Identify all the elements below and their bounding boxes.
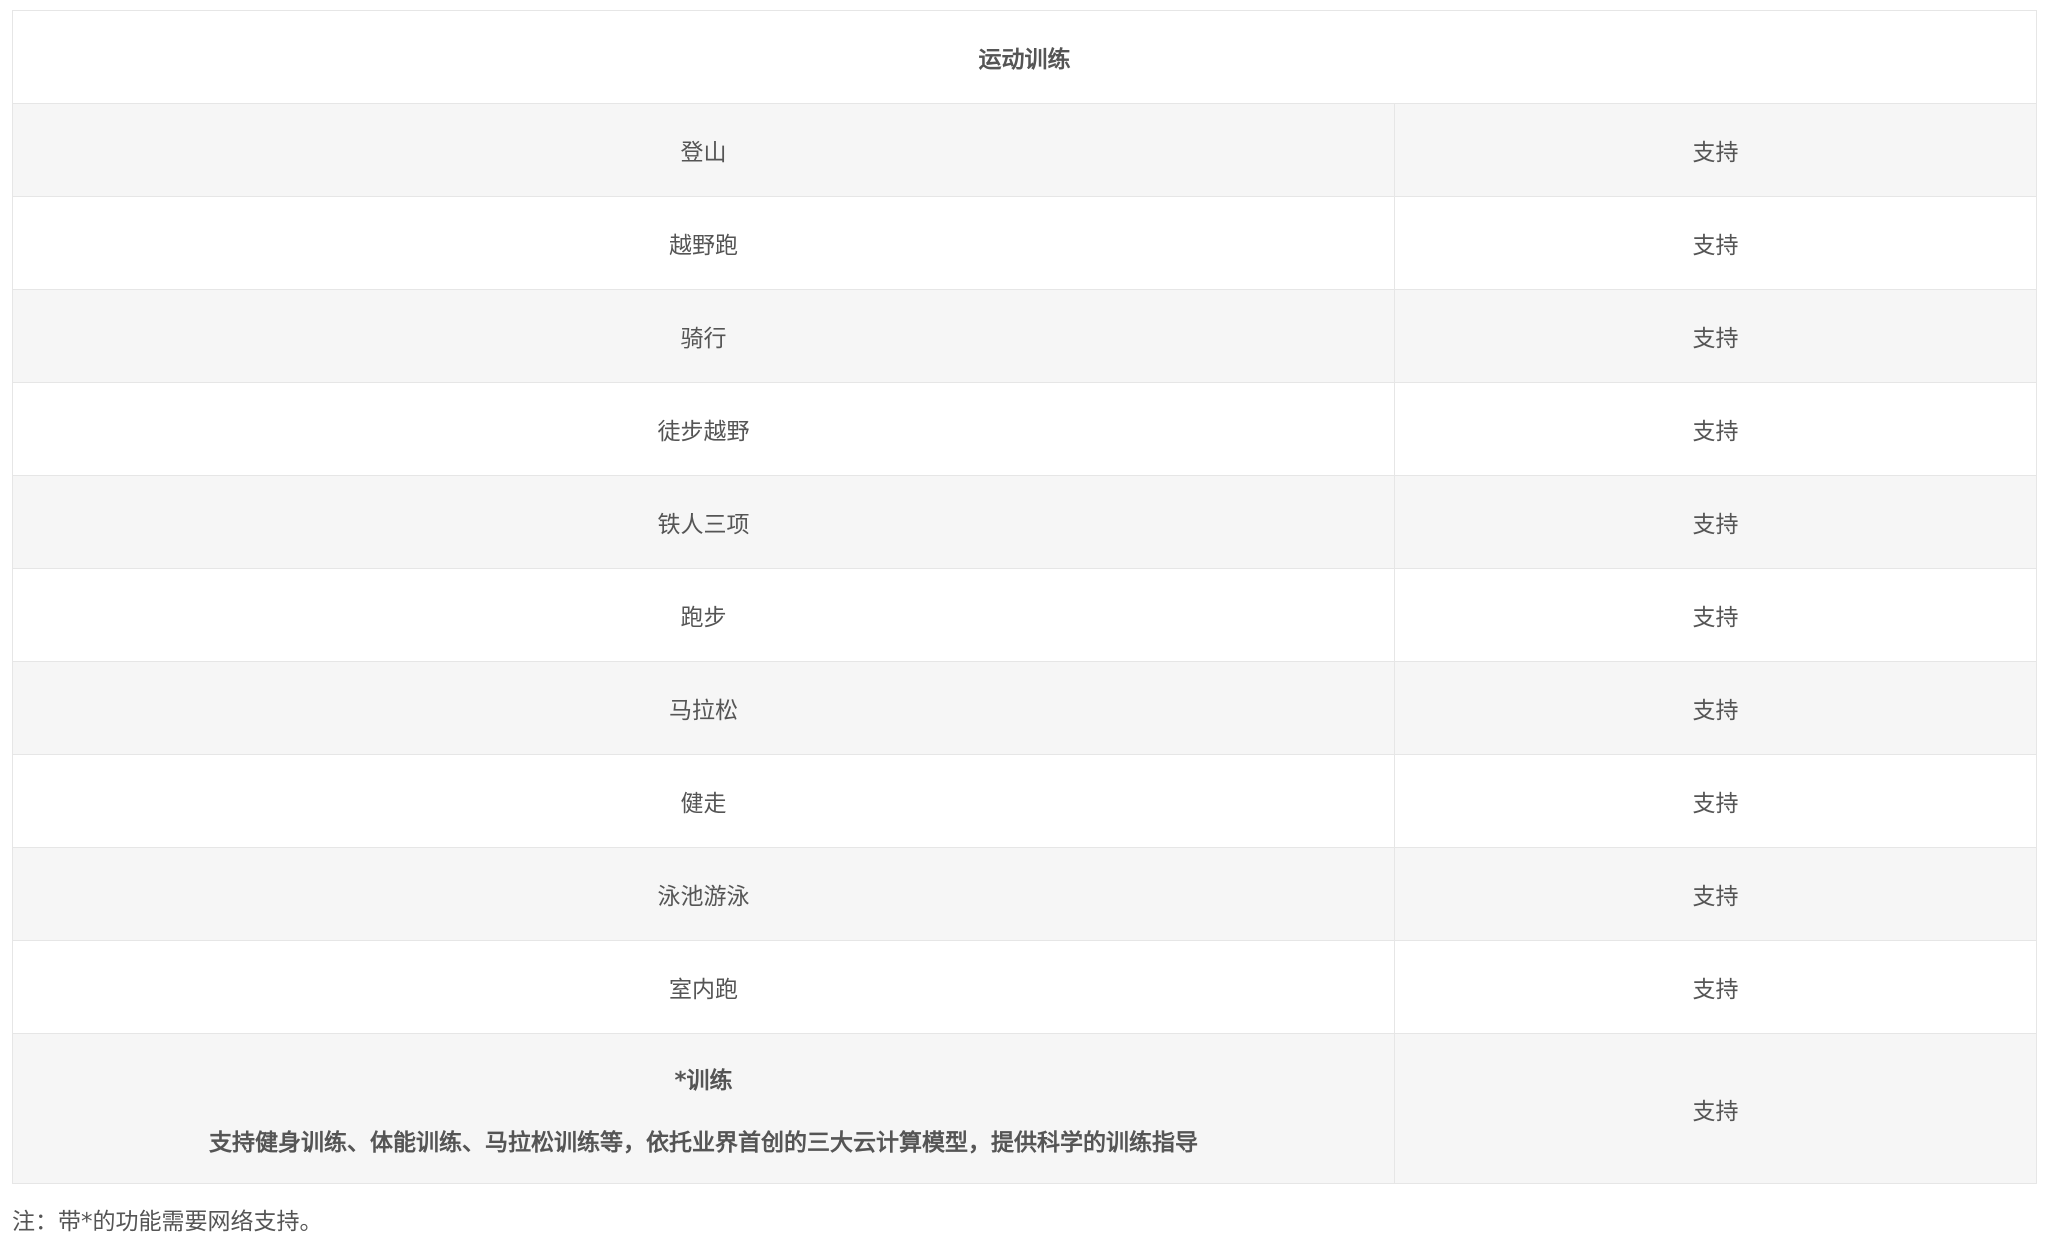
feature-name: 泳池游泳 — [12, 847, 1395, 941]
table-row: 徒步越野 支持 — [12, 382, 2037, 476]
feature-name: 铁人三项 — [12, 475, 1395, 569]
table-row: 跑步 支持 — [12, 568, 2037, 662]
table-row: 骑行 支持 — [12, 289, 2037, 383]
feature-support: 支持 — [1394, 661, 2037, 755]
feature-support: 支持 — [1394, 196, 2037, 290]
table-header-row: 运动训练 — [12, 10, 2037, 104]
table-row: 泳池游泳 支持 — [12, 847, 2037, 941]
table-row: 马拉松 支持 — [12, 661, 2037, 755]
table-row: 铁人三项 支持 — [12, 475, 2037, 569]
feature-name: 马拉松 — [12, 661, 1395, 755]
feature-support: 支持 — [1394, 475, 2037, 569]
table-row: 越野跑 支持 — [12, 196, 2037, 290]
table-row: 登山 支持 — [12, 103, 2037, 197]
feature-support: 支持 — [1394, 1033, 2037, 1184]
table-row-training: *训练 支持健身训练、体能训练、马拉松训练等，依托业界首创的三大云计算模型，提供… — [12, 1033, 2037, 1184]
feature-name: 越野跑 — [12, 196, 1395, 290]
feature-name: 室内跑 — [12, 940, 1395, 1034]
training-feature-description: 支持健身训练、体能训练、马拉松训练等，依托业界首创的三大云计算模型，提供科学的训… — [209, 1129, 1198, 1156]
table-row: 室内跑 支持 — [12, 940, 2037, 1034]
feature-support: 支持 — [1394, 103, 2037, 197]
feature-support: 支持 — [1394, 940, 2037, 1034]
footnote: 注：带*的功能需要网络支持。 — [12, 1209, 323, 1235]
feature-support: 支持 — [1394, 289, 2037, 383]
feature-name: 徒步越野 — [12, 382, 1395, 476]
feature-support: 支持 — [1394, 568, 2037, 662]
table-title: 运动训练 — [12, 10, 2037, 104]
feature-name: 登山 — [12, 103, 1395, 197]
spec-section: 运动训练 登山 支持 越野跑 支持 骑行 支持 徒步越野 支持 铁人三项 支持 — [12, 10, 2037, 1236]
feature-support: 支持 — [1394, 754, 2037, 848]
sport-training-table: 运动训练 登山 支持 越野跑 支持 骑行 支持 徒步越野 支持 铁人三项 支持 — [12, 10, 2037, 1184]
feature-support: 支持 — [1394, 382, 2037, 476]
feature-name: 健走 — [12, 754, 1395, 848]
feature-support: 支持 — [1394, 847, 2037, 941]
feature-name: 跑步 — [12, 568, 1395, 662]
feature-name: 骑行 — [12, 289, 1395, 383]
training-feature-name: *训练 — [674, 1067, 733, 1094]
table-row: 健走 支持 — [12, 754, 2037, 848]
training-feature-cell: *训练 支持健身训练、体能训练、马拉松训练等，依托业界首创的三大云计算模型，提供… — [12, 1033, 1395, 1184]
